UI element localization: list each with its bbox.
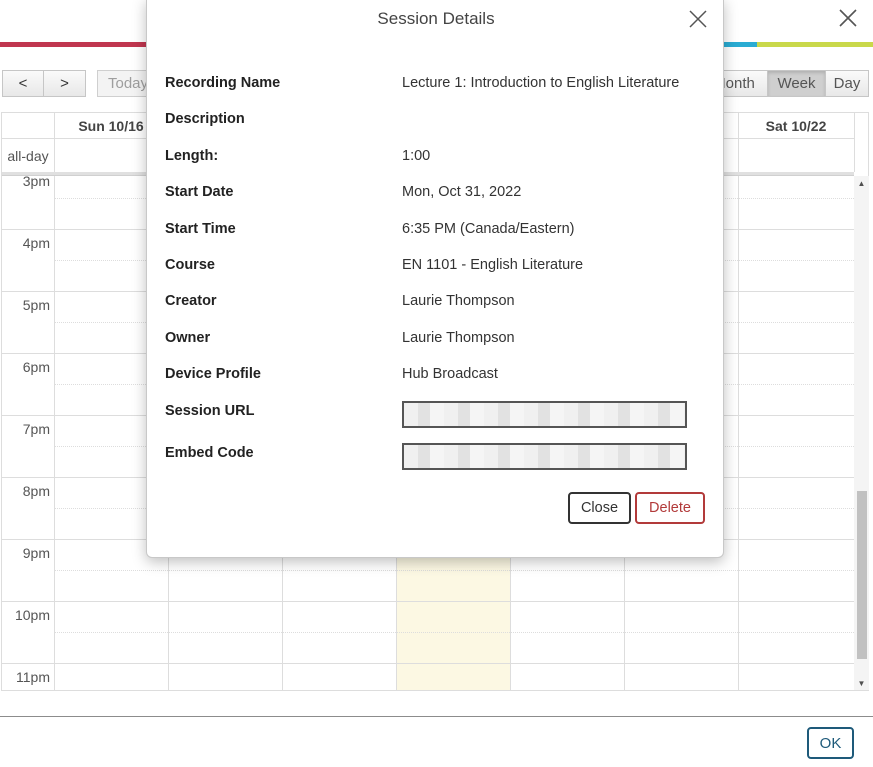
time-label: 9pm	[22, 545, 50, 561]
scroll-down-icon[interactable]: ▼	[854, 676, 869, 690]
detail-label: Device Profile	[165, 366, 261, 383]
calendar-scrollbar[interactable]: ▲ ▼	[854, 176, 869, 690]
session-details-modal: Session Details Recording Name Lecture 1:…	[146, 0, 724, 558]
close-button[interactable]: Close	[568, 492, 631, 524]
embed-code-label: Embed Code	[165, 445, 254, 461]
column-separator	[738, 176, 739, 690]
detail-value: 1:00	[402, 147, 431, 164]
half-hour-line	[54, 632, 854, 633]
time-label: 11pm	[16, 669, 50, 685]
detail-value: Laurie Thompson	[402, 329, 515, 346]
time-label: 5pm	[22, 297, 50, 313]
delete-button[interactable]: Delete	[635, 492, 705, 524]
detail-value: Hub Broadcast	[402, 366, 498, 383]
view-switcher: Month Week Day	[700, 70, 869, 97]
half-hour-line	[54, 570, 854, 571]
detail-value: Laurie Thompson	[402, 293, 515, 310]
view-day-button[interactable]: Day	[826, 70, 869, 97]
column-separator	[54, 176, 55, 690]
dialog-close-icon[interactable]	[836, 6, 860, 30]
prev-week-button[interactable]: <	[2, 70, 44, 97]
detail-label: Description	[165, 111, 245, 128]
detail-value: 6:35 PM (Canada/Eastern)	[402, 220, 575, 237]
time-label: 10pm	[14, 607, 50, 623]
detail-value: Mon, Oct 31, 2022	[402, 184, 522, 201]
stripe-segment	[58, 42, 117, 47]
view-week-button[interactable]: Week	[768, 70, 826, 97]
footer-divider	[0, 716, 873, 717]
column-line	[854, 113, 855, 172]
next-week-button[interactable]: >	[44, 70, 86, 97]
all-day-label: all-day	[2, 138, 54, 172]
detail-label: Course	[165, 257, 215, 273]
close-icon[interactable]	[687, 8, 709, 30]
time-label: 7pm	[22, 421, 50, 437]
stripe-segment	[0, 42, 59, 47]
embed-code-field[interactable]	[402, 443, 687, 470]
detail-label: Owner	[165, 329, 211, 346]
calendar-nav-group: < >	[2, 70, 86, 97]
ok-button[interactable]: OK	[807, 727, 854, 759]
hour-line	[2, 601, 854, 602]
chevron-right-icon: >	[60, 75, 69, 92]
detail-label: Creator	[165, 293, 217, 310]
detail-value: Lecture 1: Introduction to English Liter…	[402, 75, 680, 91]
scroll-up-icon[interactable]: ▲	[854, 176, 869, 190]
detail-value: EN 1101 - English Literature	[402, 257, 584, 273]
chevron-left-icon: <	[18, 75, 28, 92]
detail-label: Start Date	[165, 184, 234, 201]
time-label: 3pm	[22, 176, 50, 189]
day-header: Sat 10/22	[765, 117, 827, 134]
time-label: 4pm	[22, 235, 50, 251]
session-url-label: Session URL	[165, 403, 255, 419]
detail-label: Start Time	[165, 220, 236, 237]
scrollbar-thumb[interactable]	[857, 491, 867, 659]
detail-label: Recording Name	[165, 75, 281, 91]
hour-line	[2, 663, 854, 664]
stripe-segment	[814, 42, 873, 47]
time-label: 8pm	[22, 483, 50, 499]
modal-title: Session Details	[377, 9, 495, 28]
stripe-segment	[756, 42, 815, 47]
detail-label: Length:	[165, 147, 219, 164]
session-url-field[interactable]	[402, 401, 687, 428]
time-label: 6pm	[22, 359, 50, 375]
